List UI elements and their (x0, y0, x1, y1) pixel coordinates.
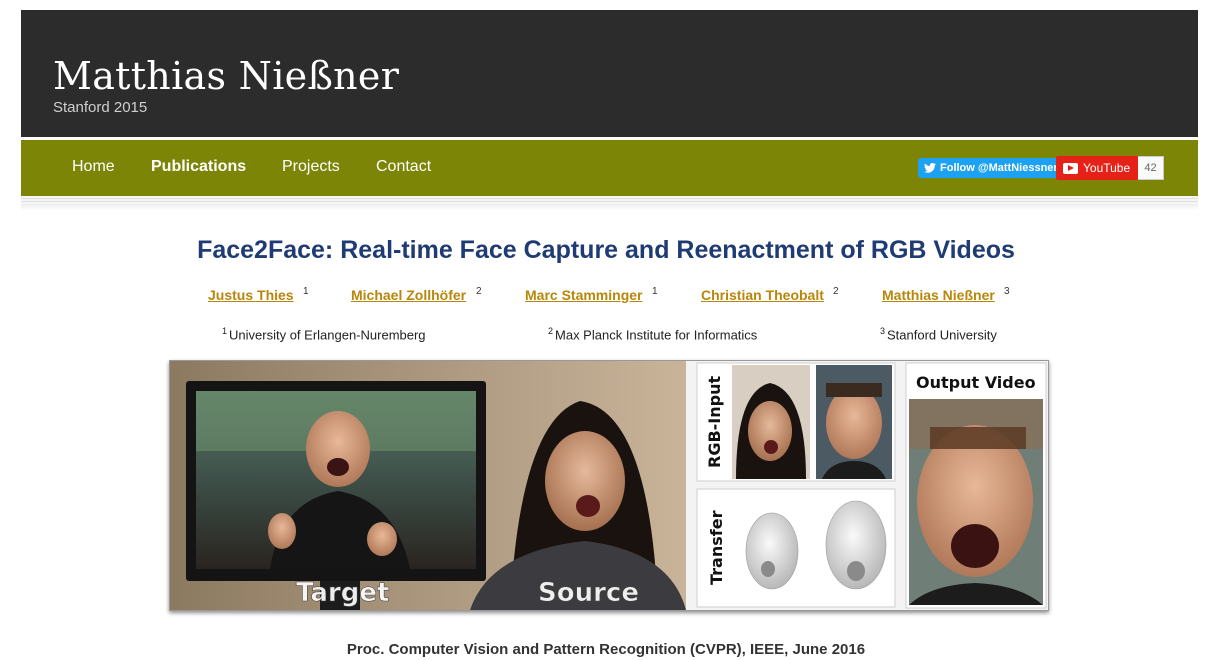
site-header: Matthias Nießner Stanford 2015 (21, 10, 1198, 137)
affiliation-number: 2 (548, 326, 554, 336)
author-affiliation-mark: 3 (1004, 286, 1010, 297)
youtube-label: YouTube (1083, 161, 1131, 175)
nav-item-publications[interactable]: Publications (151, 158, 246, 176)
source-label: Source (538, 578, 639, 608)
teaser-image: Target Source RGB-Input Transfer Output … (169, 360, 1049, 611)
twitter-follow-label: Follow @MattNiessner (940, 162, 1058, 174)
author-link[interactable]: Michael Zollhöfer (351, 287, 466, 303)
affiliation: 1 University of Erlangen-Nuremberg (222, 326, 426, 342)
nav-shadow-fade (21, 204, 1198, 210)
paper-title: Face2Face: Real-time Face Capture and Re… (197, 236, 1015, 264)
affiliation-name: Stanford University (887, 327, 997, 343)
nav-item-projects[interactable]: Projects (282, 158, 340, 176)
youtube-button[interactable]: YouTube (1056, 156, 1138, 180)
affiliation-name: Max Planck Institute for Informatics (555, 327, 758, 343)
transfer-label: Transfer (707, 510, 726, 585)
affiliation-number: 1 (222, 326, 228, 336)
affiliation-number: 3 (880, 326, 886, 336)
youtube-subscriber-count: 42 (1138, 156, 1164, 180)
rgb-input-label: RGB-Input (705, 376, 724, 468)
youtube-play-icon (1063, 162, 1078, 174)
author-affiliation-mark: 2 (833, 286, 839, 297)
author-affiliation-mark: 1 (303, 286, 309, 297)
site-subtitle: Stanford 2015 (53, 99, 148, 116)
affiliation: 2 Max Planck Institute for Informatics (548, 326, 757, 342)
nav-bar: Home Publications Projects Contact Follo… (21, 140, 1198, 196)
nav-item-home[interactable]: Home (72, 158, 115, 176)
youtube-subscribe[interactable]: YouTube 42 (1056, 156, 1164, 180)
author-link[interactable]: Justus Thies (208, 287, 294, 303)
target-label: Target (296, 578, 389, 608)
author-affiliation-mark: 2 (476, 286, 482, 297)
author-affiliation-mark: 1 (652, 286, 658, 297)
author-link[interactable]: Christian Theobalt (701, 287, 824, 303)
author-link[interactable]: Marc Stamminger (525, 287, 642, 303)
nav-item-contact[interactable]: Contact (376, 158, 431, 176)
author-link[interactable]: Matthias Nießner (882, 287, 995, 303)
site-title[interactable]: Matthias Nießner (53, 54, 399, 98)
affiliation: 3 Stanford University (880, 326, 997, 342)
twitter-bird-icon (924, 163, 936, 173)
twitter-follow-button[interactable]: Follow @MattNiessner (918, 158, 1061, 178)
output-video-label: Output Video (916, 373, 1036, 392)
teaser-illustration: Target Source RGB-Input Transfer Output … (170, 361, 1047, 610)
publication-venue: Proc. Computer Vision and Pattern Recogn… (346, 641, 866, 658)
affiliation-name: University of Erlangen-Nuremberg (229, 327, 426, 343)
